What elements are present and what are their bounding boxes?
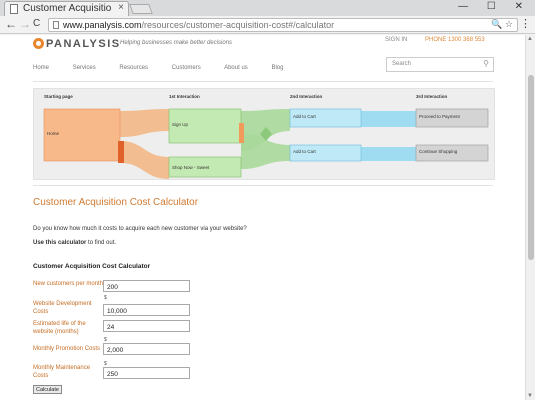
vertical-scrollbar[interactable]: ▲ ▼ — [525, 35, 535, 400]
node-label-proceed: Proceed to Payment — [419, 114, 460, 119]
flow-link-home-shop — [120, 141, 169, 179]
flow-link-cart2-continue — [361, 147, 416, 161]
url-domain: www.panalysis.com — [63, 20, 142, 30]
browser-toolbar: ← → C www.panalysis.com/resources/custom… — [0, 16, 535, 34]
browser-tab[interactable]: Customer Acquisitio × — [4, 1, 129, 16]
forward-icon[interactable]: → — [19, 17, 31, 31]
tab-close-icon[interactable]: × — [118, 2, 124, 13]
label-dev-costs: Website Development Costs — [33, 301, 92, 315]
zoom-and-star-icon[interactable]: 🔍 ☆ — [491, 19, 513, 30]
page-title: Customer Acquisition Cost Calculator — [33, 197, 199, 208]
node-label-cart-1: Add to Cart — [293, 114, 316, 119]
search-icon[interactable]: ⚲ — [483, 59, 489, 68]
intro-cta: Use this calculator to find out. — [33, 240, 116, 246]
scrollbar-thumb[interactable] — [528, 75, 534, 260]
logo-icon — [33, 38, 44, 49]
column-label-1st: 1st Interaction — [169, 94, 200, 99]
address-bar[interactable]: www.panalysis.com/resources/customer-acq… — [48, 18, 518, 32]
url-path: /resources/customer-acquisition-cost#/ca… — [141, 20, 335, 30]
nav-resources[interactable]: Resources — [119, 65, 148, 71]
nav-about-us[interactable]: About us — [224, 65, 248, 71]
flow-diagram-image: Starting page 1st Interaction 2nd Intera… — [33, 88, 495, 180]
tagline: Helping businesses make better decisions — [120, 40, 233, 46]
node-label-home: Home — [47, 131, 60, 136]
column-label-3rd: 3rd Interaction — [416, 94, 448, 99]
nav-customers[interactable]: Customers — [172, 65, 201, 71]
node-label-sign-up: Sign Up — [172, 122, 189, 127]
reload-icon[interactable]: C — [33, 18, 40, 29]
dev-costs-input[interactable] — [103, 304, 190, 316]
flow-diagram — [43, 108, 489, 179]
scroll-down-icon[interactable]: ▼ — [527, 393, 533, 399]
column-label-2nd: 2nd Interaction — [290, 94, 323, 99]
label-new-customers: New customers per month — [33, 281, 104, 287]
node-label-cart-2: Add to Cart — [293, 149, 316, 154]
browser-tab-strip: Customer Acquisitio × — ☐ ✕ — [0, 0, 535, 16]
sign-in-link[interactable]: SIGN IN — [385, 37, 407, 43]
page-icon — [10, 4, 18, 14]
logo-text: PANALYSIS — [46, 38, 121, 50]
back-icon[interactable]: ← — [5, 17, 17, 31]
promotion-costs-input[interactable] — [103, 343, 190, 355]
calculate-button[interactable]: Calculate — [33, 385, 62, 394]
label-website-life: Estimated life of the website (months) — [33, 321, 86, 335]
nav-home[interactable]: Home — [33, 65, 49, 71]
search-input[interactable]: Search ⚲ — [386, 57, 494, 72]
intro-cta-rest: to find out. — [86, 240, 117, 246]
new-tab-button[interactable] — [129, 4, 153, 14]
nav-blog[interactable]: Blog — [271, 65, 283, 71]
page-info-icon[interactable] — [53, 21, 59, 29]
main-nav: Home Services Resources Customers About … — [33, 65, 305, 71]
node-label-shop-now: Shop Now - Sweet — [172, 165, 210, 170]
divider — [33, 81, 493, 82]
label-maintenance-costs: Monthly Maintenance Costs — [33, 365, 91, 379]
flow-link-cart1-proceed — [361, 111, 416, 127]
logo[interactable]: PANALYSIS — [33, 38, 121, 50]
window-controls[interactable]: — ☐ ✕ — [458, 1, 531, 12]
node-label-continue: Continue Shopping — [419, 149, 458, 154]
nav-services[interactable]: Services — [73, 65, 96, 71]
phone-number: PHONE 1300 368 553 — [425, 37, 485, 43]
intro-cta-bold: Use this calculator — [33, 240, 87, 246]
scroll-up-icon[interactable]: ▲ — [527, 36, 533, 42]
node-home-exit-bar — [118, 141, 124, 163]
tab-title: Customer Acquisitio — [23, 3, 112, 14]
divider — [33, 185, 493, 186]
web-page: PANALYSIS Helping businesses make better… — [0, 35, 525, 400]
search-placeholder: Search — [392, 61, 412, 67]
flow-link-home-signup — [120, 109, 169, 137]
maintenance-costs-input[interactable] — [103, 367, 190, 379]
node-sign-up-exit-bar — [239, 123, 244, 143]
column-label-starting: Starting page — [44, 94, 73, 99]
intro-text: Do you know how much it costs to acquire… — [33, 226, 247, 232]
website-life-input[interactable] — [103, 320, 190, 332]
new-customers-input[interactable] — [103, 280, 190, 292]
menu-icon[interactable]: ⋮ — [520, 17, 531, 30]
label-promotion-costs: Monthly Promotion Costs — [33, 346, 101, 352]
form-heading: Customer Acquisition Cost Calculator — [33, 263, 151, 270]
